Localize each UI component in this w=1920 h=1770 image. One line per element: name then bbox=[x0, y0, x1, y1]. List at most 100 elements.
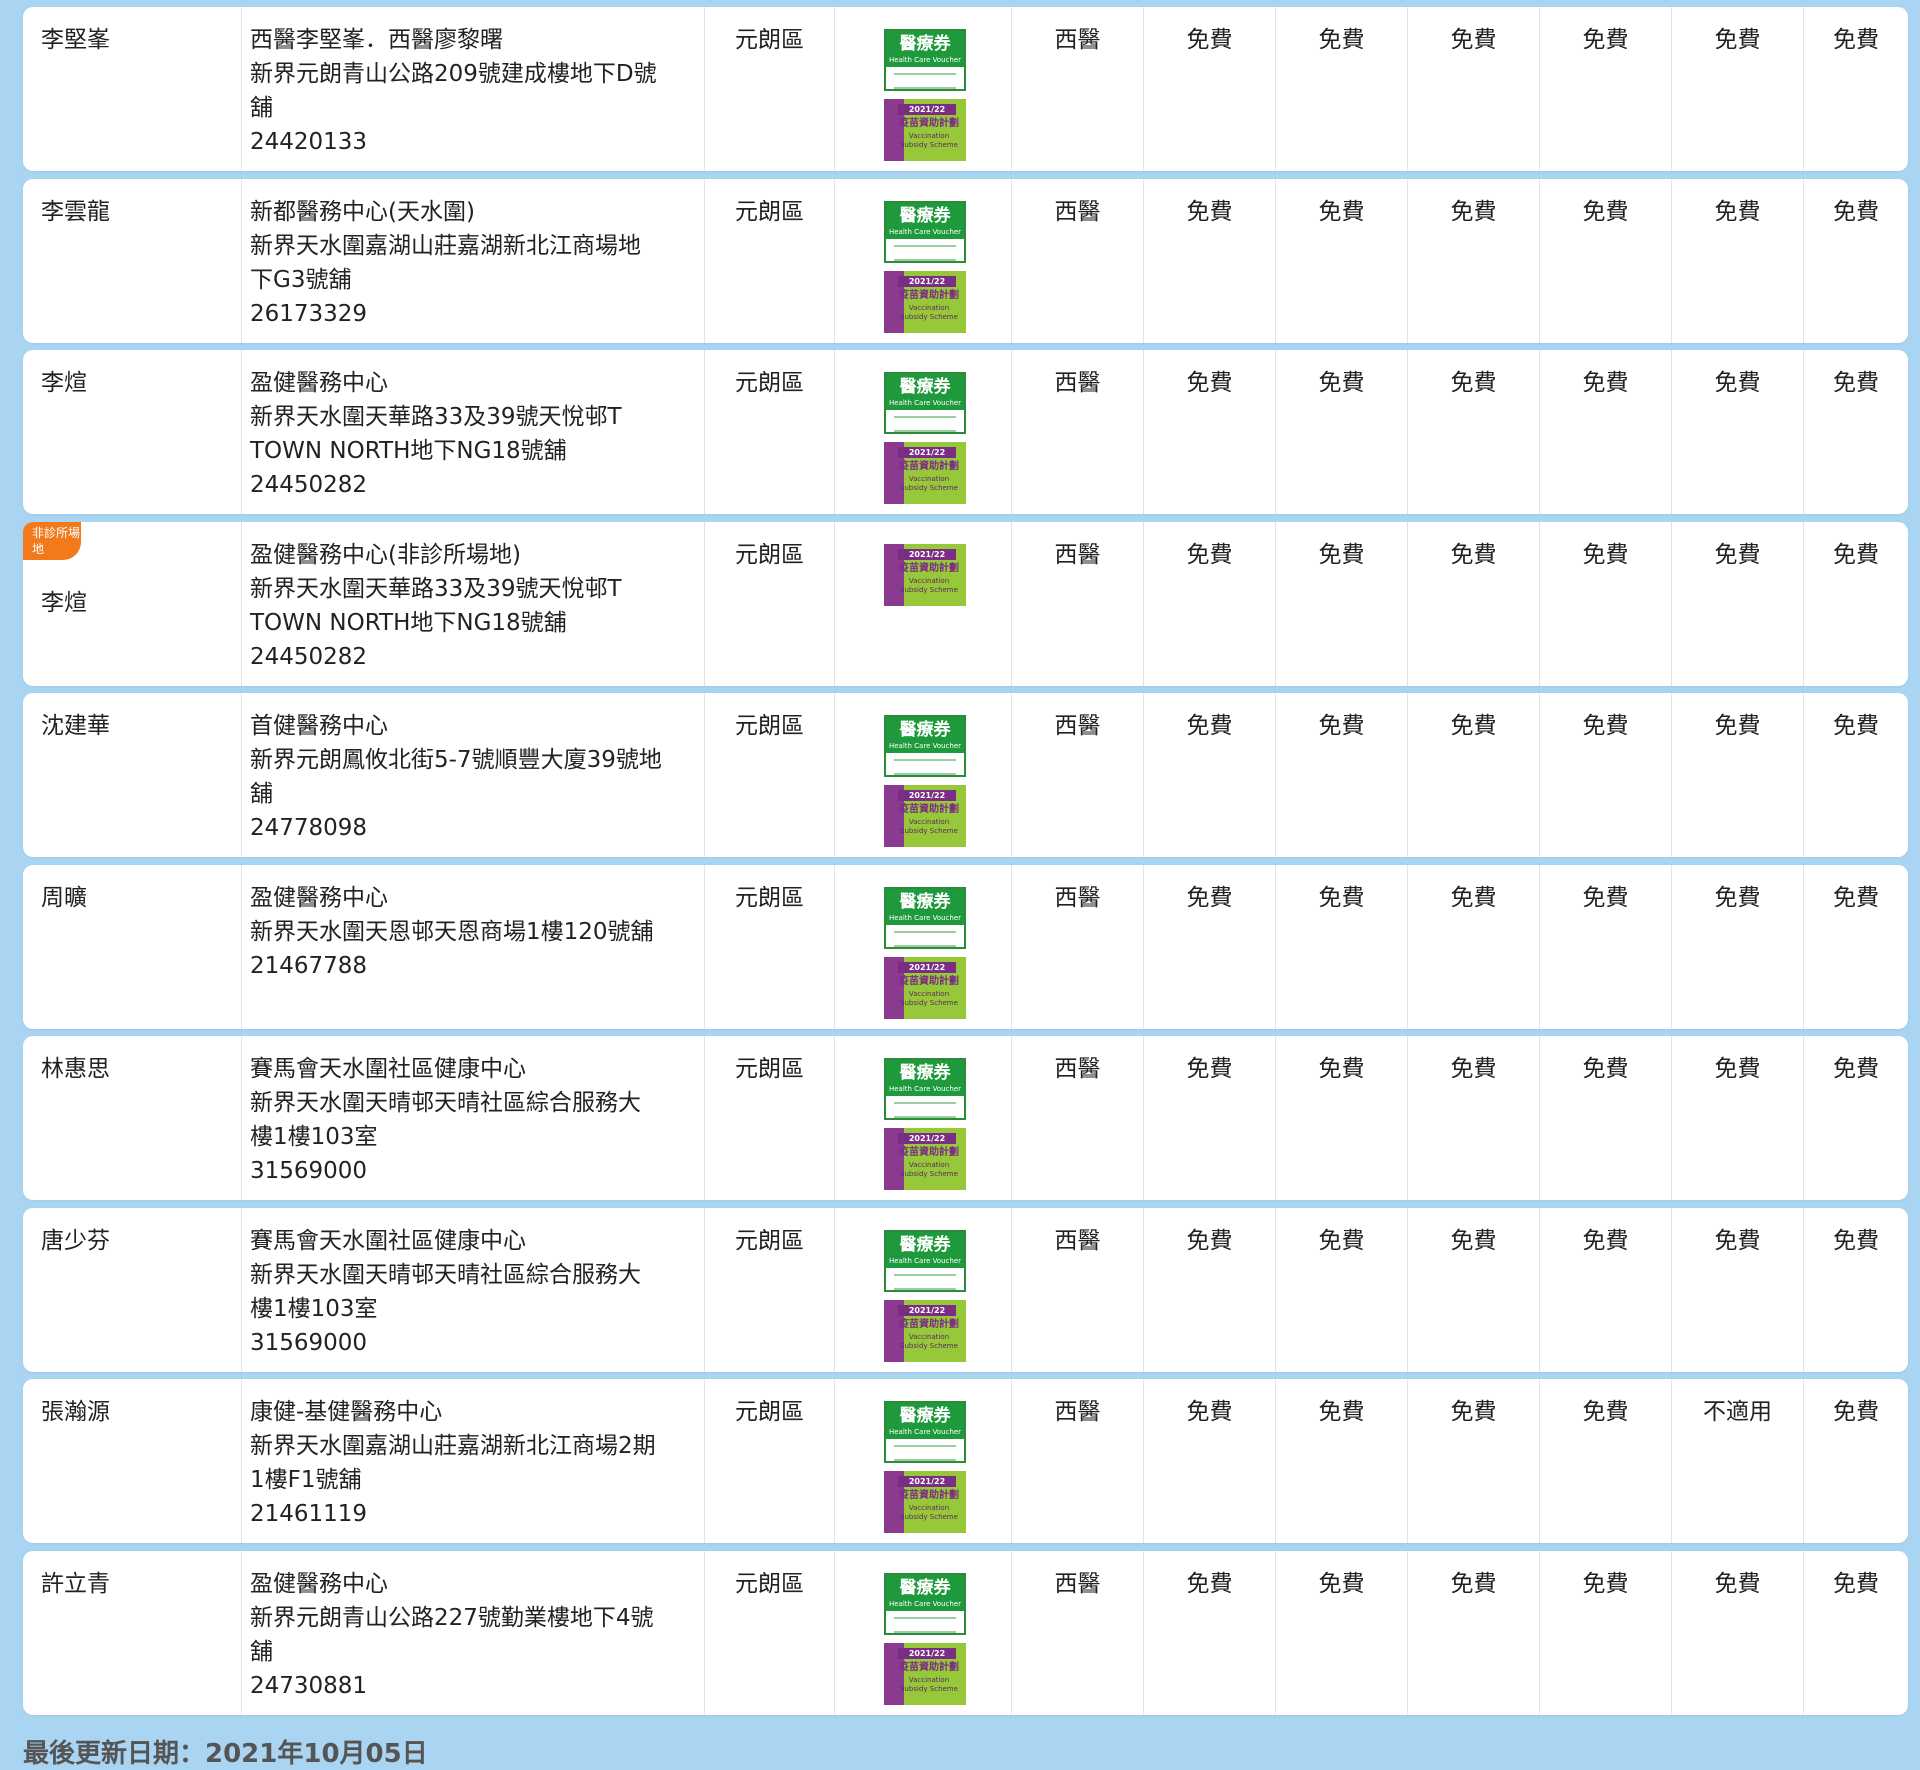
vss-title: 疫苗資助計劃 bbox=[899, 1318, 959, 1330]
address-line: 31569000 bbox=[250, 1158, 368, 1184]
table-row: 許立青 盈健醫務中心 新界元朗青山公路227號勤業樓地下4號舖 24730881 元朗區… bbox=[23, 1550, 1908, 1715]
district-cell: 元朗區 bbox=[704, 1036, 834, 1200]
table-row: 唐少芬 賽馬會天水圍社區健康中心 新界天水圍天晴邨天晴社區綜合服務大 樓1樓103室 3… bbox=[23, 1207, 1908, 1372]
doctor-type-cell: 西醫 bbox=[1011, 693, 1143, 857]
health-care-voucher-icon: 醫療券 Health Care Voucher bbox=[884, 200, 966, 263]
health-care-voucher-icon: 醫療券 Health Care Voucher bbox=[884, 372, 966, 434]
fee-cell: 免費 bbox=[1407, 7, 1539, 171]
health-care-voucher-icon: 醫療券 Health Care Voucher bbox=[884, 1401, 966, 1463]
fee-cell: 免費 bbox=[1803, 693, 1908, 857]
doctor-name-cell: 李雲龍 bbox=[23, 179, 241, 343]
table-row: 張瀚源 康健-基健醫務中心 新界天水圍嘉湖山莊嘉湖新北江商場2期 1樓F1號舖 2146… bbox=[23, 1379, 1908, 1543]
address-line: 舖 bbox=[250, 1638, 273, 1665]
doctor-name: 許立青 bbox=[41, 1570, 110, 1597]
fee-cell: 免費 bbox=[1539, 7, 1671, 171]
fee-cell: 免費 bbox=[1143, 1379, 1275, 1543]
address-line: 盈健醫務中心 bbox=[250, 1570, 388, 1597]
address-line: 新界天水圍天華路33及39號天悅邨T bbox=[250, 575, 622, 602]
health-care-voucher-icon: 醫療券 Health Care Voucher bbox=[884, 1572, 966, 1635]
doctor-type-cell: 西醫 bbox=[1011, 7, 1143, 171]
scheme-icons-cell: 醫療券 Health Care Voucher 2021/22 疫苗資助計劃 Vacci… bbox=[834, 1379, 1011, 1543]
fee-cell: 免費 bbox=[1671, 1036, 1803, 1200]
vaccination-subsidy-scheme-icon: 2021/22 疫苗資助計劃 Vaccination Subsidy Scheme bbox=[884, 99, 966, 161]
vss-subtitle: Vaccination Subsidy Scheme bbox=[900, 475, 958, 492]
vaccination-subsidy-scheme-icon: 2021/22 疫苗資助計劃 Vaccination Subsidy Scheme bbox=[884, 442, 966, 504]
fee-cell: 免費 bbox=[1803, 350, 1908, 514]
table-row: 林惠思 賽馬會天水圍社區健康中心 新界天水圍天晴邨天晴社區綜合服務大 樓1樓103室 3… bbox=[23, 1036, 1908, 1200]
address-line: 賽馬會天水圍社區健康中心 bbox=[250, 1227, 526, 1254]
fee-cell: 免費 bbox=[1407, 1207, 1539, 1372]
fee-cell: 免費 bbox=[1275, 693, 1407, 857]
fee-cell: 免費 bbox=[1275, 7, 1407, 171]
vaccination-subsidy-scheme-icon: 2021/22 疫苗資助計劃 Vaccination Subsidy Scheme bbox=[884, 1471, 966, 1533]
doctor-name-cell: 沈建華 bbox=[23, 693, 241, 857]
fee-cell: 免費 bbox=[1275, 1207, 1407, 1372]
hcv-title: 醫療券 bbox=[899, 1234, 951, 1255]
table-row: 李雲龍 新都醫務中心(天水圍) 新界天水圍嘉湖山莊嘉湖新北江商場地 下G3號舖 2617… bbox=[23, 178, 1908, 343]
vss-subtitle: Vaccination Subsidy Scheme bbox=[900, 1161, 958, 1178]
hcv-subtitle: Health Care Voucher bbox=[888, 1428, 962, 1436]
fee-cell: 免費 bbox=[1275, 1036, 1407, 1200]
fee-cell: 免費 bbox=[1407, 521, 1539, 686]
vss-year: 2021/22 bbox=[898, 104, 956, 115]
address-line: 新界天水圍天恩邨天恩商場1樓120號舖 bbox=[250, 918, 654, 945]
hcv-title: 醫療券 bbox=[899, 1406, 951, 1426]
address-line: 首健醫務中心 bbox=[250, 713, 388, 739]
doctor-name-cell: 李煊 bbox=[23, 350, 241, 514]
district-cell: 元朗區 bbox=[704, 1379, 834, 1543]
district-cell: 元朗區 bbox=[704, 178, 834, 343]
address-line: 24450282 bbox=[250, 472, 368, 498]
doctor-name-cell: 林惠思 bbox=[23, 1036, 241, 1200]
fee-cell: 免費 bbox=[1671, 350, 1803, 514]
fee-cell: 免費 bbox=[1803, 7, 1908, 171]
vaccination-subsidy-scheme-icon: 2021/22 疫苗資助計劃 Vaccination Subsidy Scheme bbox=[884, 1128, 966, 1190]
fee-cell: 免費 bbox=[1803, 521, 1908, 686]
scheme-icons-cell: 2021/22 疫苗資助計劃 Vaccination Subsidy Scheme bbox=[834, 521, 1011, 686]
address-line: 康健-基健醫務中心 bbox=[250, 1399, 443, 1425]
doctor-name-cell: 唐少芬 bbox=[23, 1208, 241, 1372]
district-cell: 元朗區 bbox=[704, 693, 834, 857]
fee-cell: 免費 bbox=[1803, 1207, 1908, 1372]
vss-year: 2021/22 bbox=[898, 790, 956, 801]
district-cell: 元朗區 bbox=[704, 1550, 834, 1715]
vss-title: 疫苗資助計劃 bbox=[899, 289, 959, 301]
fee-cell: 免費 bbox=[1143, 7, 1275, 171]
address-line: 盈健醫務中心 bbox=[250, 884, 388, 911]
vss-subtitle: Vaccination Subsidy Scheme bbox=[900, 132, 958, 149]
vss-title: 疫苗資助計劃 bbox=[899, 975, 959, 987]
fee-cell: 免費 bbox=[1143, 521, 1275, 686]
address-line: 新界天水圍天晴邨天晴社區綜合服務大 bbox=[250, 1261, 641, 1288]
fee-cell: 免費 bbox=[1671, 693, 1803, 857]
vss-subtitle: Vaccination Subsidy Scheme bbox=[900, 303, 958, 321]
fee-cell: 不適用 bbox=[1671, 1379, 1803, 1543]
fee-cell: 免費 bbox=[1143, 178, 1275, 343]
fee-cell: 免費 bbox=[1803, 1036, 1908, 1200]
fee-cell: 免費 bbox=[1539, 521, 1671, 686]
fee-cell: 免費 bbox=[1539, 1207, 1671, 1372]
fee-cell: 免費 bbox=[1803, 1550, 1908, 1715]
non-clinic-venue-badge: 非診所場地 bbox=[23, 521, 81, 560]
address-line: 盈健醫務中心(非診所場地) bbox=[250, 541, 521, 568]
doctor-name: 李雲龍 bbox=[41, 198, 110, 225]
hcv-title: 醫療券 bbox=[899, 1063, 951, 1083]
fee-cell: 免費 bbox=[1407, 1550, 1539, 1715]
address-line: 舖 bbox=[250, 781, 273, 807]
vss-year: 2021/22 bbox=[898, 1304, 956, 1316]
address-line: TOWN NORTH地下NG18號舖 bbox=[250, 438, 567, 464]
fee-cell: 免費 bbox=[1539, 864, 1671, 1029]
fee-cell: 免費 bbox=[1143, 1207, 1275, 1372]
scheme-icons-cell: 醫療券 Health Care Voucher 2021/22 疫苗資助計劃 Vacci… bbox=[834, 7, 1011, 171]
fee-cell: 免費 bbox=[1803, 178, 1908, 343]
fee-cell: 免費 bbox=[1539, 350, 1671, 514]
vaccination-subsidy-scheme-icon: 2021/22 疫苗資助計劃 Vaccination Subsidy Scheme bbox=[884, 1642, 966, 1705]
address-line: 樓1樓103室 bbox=[250, 1295, 378, 1322]
address-line: 1樓F1號舖 bbox=[250, 1467, 362, 1493]
address-line: 24778098 bbox=[250, 815, 368, 841]
address-line: 下G3號舖 bbox=[250, 266, 352, 293]
fee-cell: 免費 bbox=[1275, 178, 1407, 343]
address-line: 26173329 bbox=[250, 300, 368, 327]
vss-year: 2021/22 bbox=[898, 447, 956, 458]
hcv-lines bbox=[894, 930, 956, 947]
fee-cell: 免費 bbox=[1143, 1550, 1275, 1715]
district-cell: 元朗區 bbox=[704, 350, 834, 514]
